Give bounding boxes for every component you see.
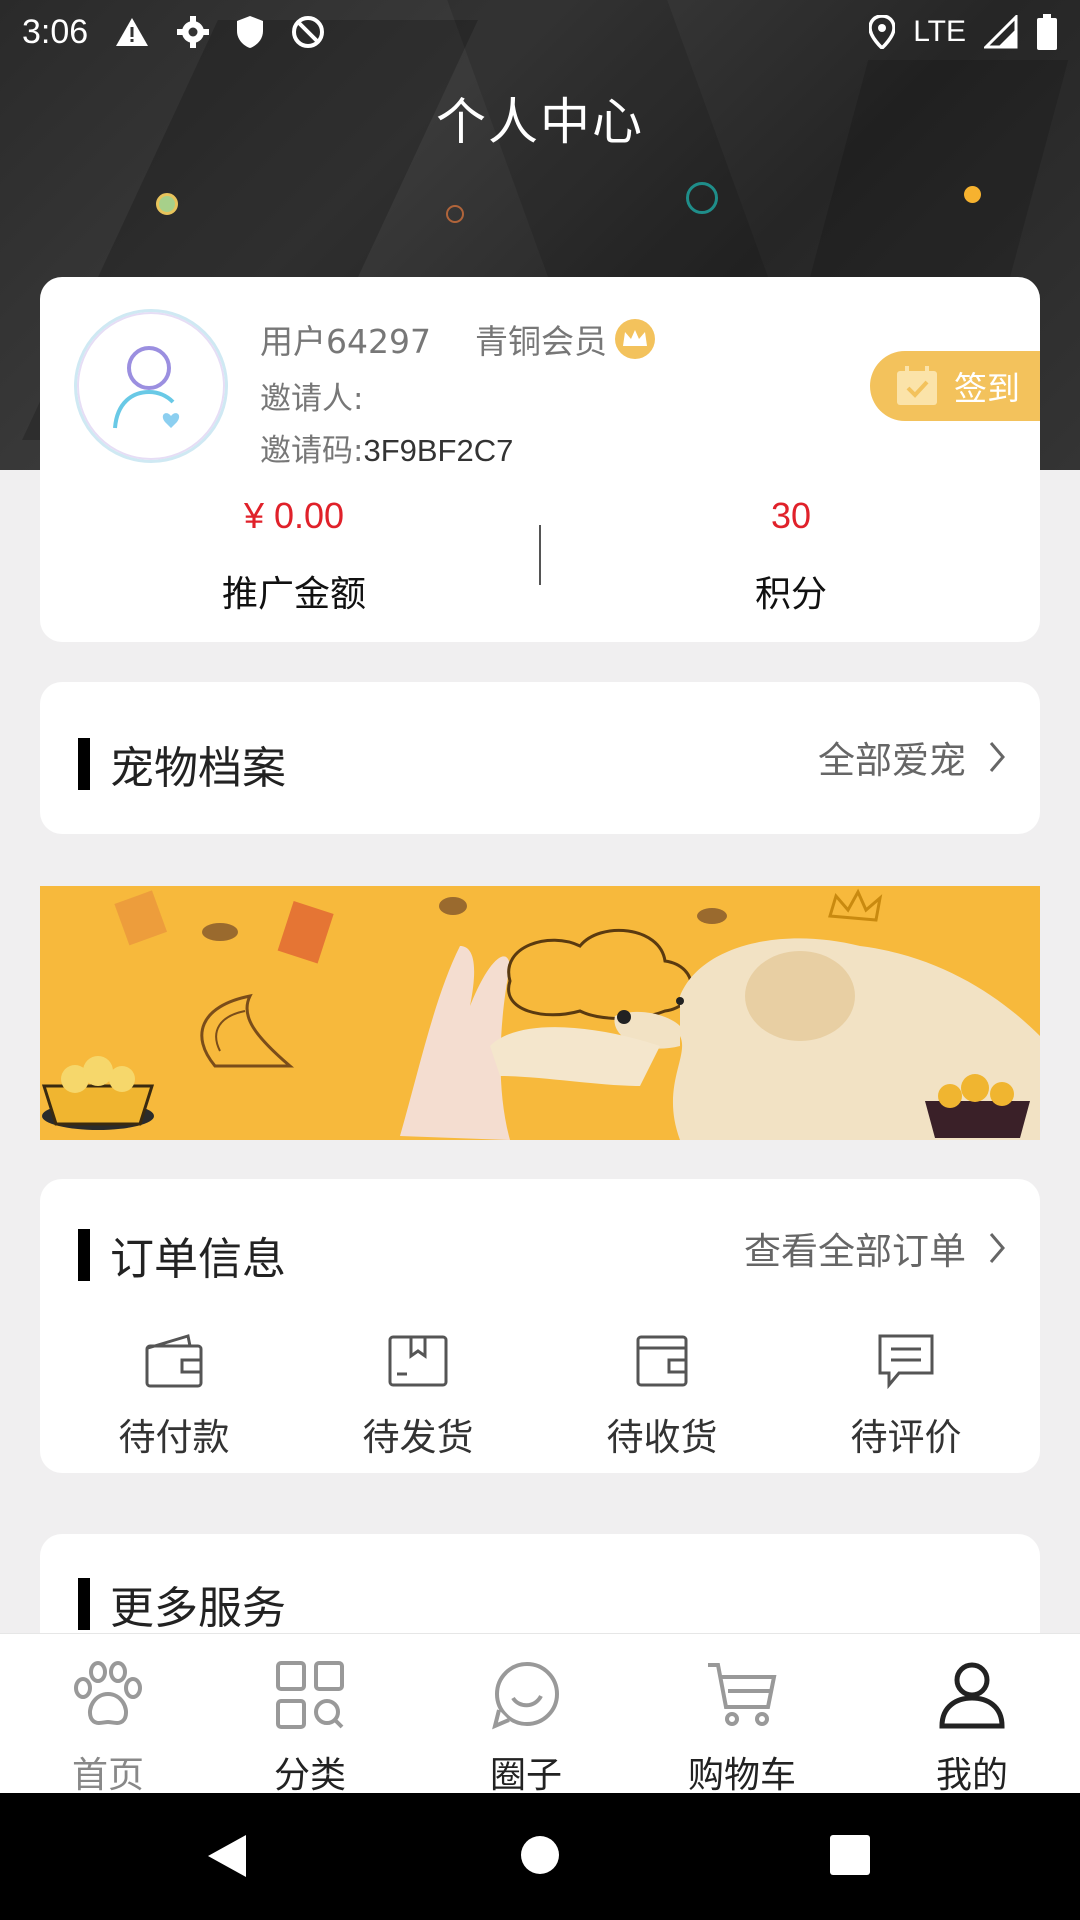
decor-dot — [686, 182, 718, 214]
signin-label: 签到 — [954, 369, 1020, 408]
all-orders-label: 查看全部订单 — [744, 1230, 966, 1273]
invite-code-value: 3F9BF2C7 — [363, 433, 514, 468]
order-pending-receipt-label: 待收货 — [606, 1416, 718, 1459]
settings-icon — [177, 16, 210, 48]
chevron-right-icon — [989, 742, 1005, 772]
wallet-icon — [145, 1334, 203, 1388]
battery-icon — [1037, 14, 1057, 50]
order-pending-review[interactable]: 待评价 — [806, 1329, 1006, 1461]
home-icon[interactable] — [520, 1835, 560, 1875]
points-value: 30 — [770, 495, 812, 536]
order-pending-shipment[interactable]: 待发货 — [318, 1329, 518, 1461]
tab-home-label: 首页 — [71, 1755, 144, 1796]
stat-promotion[interactable]: ¥ 0.00 推广金额 — [144, 495, 444, 617]
pet-archive-title: 宠物档案 — [110, 743, 286, 794]
inviter-label: 邀请人: — [260, 381, 364, 417]
promo-banner[interactable] — [40, 886, 1040, 1140]
username: 用户64297 — [260, 322, 431, 361]
order-pending-payment-label: 待付款 — [118, 1416, 230, 1459]
paw-icon — [74, 1661, 142, 1725]
status-bar: 3:06 LTE — [0, 0, 1080, 64]
promotion-label: 推广金额 — [221, 574, 366, 615]
chat-bubble-icon — [492, 1662, 559, 1730]
order-pending-payment[interactable]: 待付款 — [74, 1329, 274, 1461]
order-pending-receipt[interactable]: 待收货 — [562, 1329, 762, 1461]
section-marker — [78, 1229, 90, 1281]
decor-dot — [446, 205, 464, 223]
promotion-amount: ¥ 0.00 — [243, 495, 345, 536]
decor-dot — [964, 186, 981, 203]
tab-mine[interactable]: 我的 — [882, 1656, 1062, 1798]
tab-cart-label: 购物车 — [687, 1755, 796, 1796]
all-pets-label: 全部爱宠 — [818, 739, 966, 782]
stat-points[interactable]: 30 积分 — [641, 495, 941, 617]
tab-cart[interactable]: 购物车 — [652, 1656, 832, 1798]
shield-icon — [237, 16, 264, 48]
section-marker — [78, 1578, 90, 1630]
back-icon[interactable] — [204, 1833, 248, 1879]
more-services-title: 更多服务 — [110, 1583, 286, 1634]
location-icon — [869, 15, 896, 49]
calendar-check-icon — [897, 366, 937, 405]
status-time: 3:06 — [22, 12, 89, 51]
invite-code-label: 邀请码: — [260, 433, 364, 469]
tab-category-label: 分类 — [273, 1755, 346, 1796]
section-marker — [78, 738, 90, 790]
chevron-right-icon — [989, 1233, 1005, 1263]
member-level: 青铜会员 — [474, 322, 607, 361]
cart-icon — [708, 1663, 777, 1726]
user-icon — [939, 1662, 1005, 1729]
orders-title: 订单信息 — [110, 1234, 286, 1285]
system-nav-bar — [0, 1793, 1080, 1920]
order-pending-review-label: 待评价 — [850, 1416, 962, 1459]
stat-divider — [539, 525, 541, 585]
all-pets-link[interactable]: 全部爱宠 — [818, 730, 1006, 784]
box-icon — [388, 1335, 448, 1387]
points-label: 积分 — [754, 574, 827, 615]
bottom-tab-bar: 首页 分类 圈子 购物车 我的 — [0, 1633, 1080, 1796]
signin-button[interactable]: 签到 — [870, 351, 1040, 421]
no-tracking-icon — [292, 16, 325, 48]
tab-home[interactable]: 首页 — [18, 1656, 198, 1798]
decor-dot — [156, 193, 178, 215]
tab-circle[interactable]: 圈子 — [436, 1656, 616, 1798]
tab-mine-label: 我的 — [935, 1755, 1008, 1796]
page-title: 个人中心 — [436, 93, 644, 151]
crown-icon — [614, 319, 655, 359]
order-pending-shipment-label: 待发货 — [362, 1416, 474, 1459]
tab-category[interactable]: 分类 — [220, 1656, 400, 1798]
warning-icon — [116, 18, 149, 46]
banner-illustration — [41, 888, 1040, 1140]
tray-icon — [636, 1335, 688, 1387]
tab-circle-label: 圈子 — [489, 1755, 562, 1796]
signal-icon — [984, 15, 1018, 49]
orders-card: 订单信息 查看全部订单 待付款 待发货 待收货 待评价 — [40, 1179, 1040, 1473]
user-avatar-icon — [113, 346, 180, 429]
network-type: LTE — [913, 15, 966, 48]
recents-icon[interactable] — [830, 1835, 870, 1875]
pet-archive-card: 宠物档案 全部爱宠 — [40, 682, 1040, 834]
category-icon — [276, 1661, 344, 1729]
profile-card: 用户64297 青铜会员 邀请人: 邀请码:3F9BF2C7 签到 ¥ 0.00… — [40, 277, 1040, 642]
comment-icon — [878, 1334, 934, 1389]
all-orders-link[interactable]: 查看全部订单 — [744, 1221, 1006, 1275]
avatar[interactable] — [74, 309, 228, 463]
